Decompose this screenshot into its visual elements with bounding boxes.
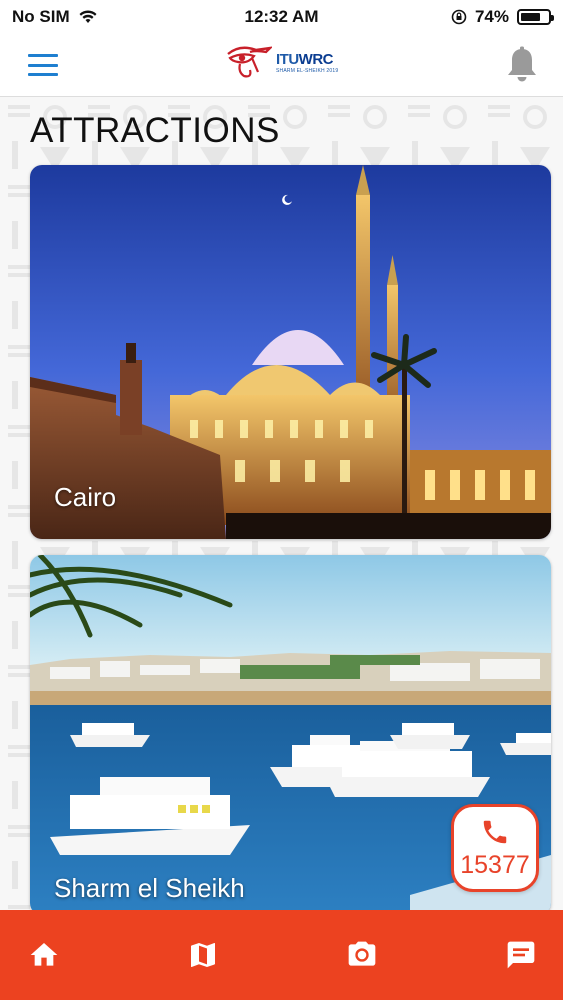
nav-messages[interactable]: [503, 937, 539, 973]
orientation-lock-icon: [451, 9, 467, 25]
eye-of-horus-logo: [227, 46, 272, 78]
bottom-nav: [0, 910, 563, 1000]
section-title: ATTRACTIONS: [30, 111, 280, 150]
map-icon: [191, 943, 215, 967]
status-right: 74%: [451, 7, 554, 27]
logo-subtitle: SHARM EL-SHEIKH 2019: [276, 68, 339, 74]
camera-icon: [348, 941, 376, 966]
logo-text: ITUWRC SHARM EL-SHEIKH 2019: [276, 52, 338, 74]
carrier-label: No SIM: [12, 7, 70, 26]
nav-home[interactable]: [26, 937, 62, 973]
attraction-card-cairo[interactable]: Cairo: [30, 165, 551, 539]
app-header: ITUWRC SHARM EL-SHEIKH 2019: [0, 34, 563, 97]
logo-title: ITUWRC: [276, 51, 334, 68]
attraction-name: Sharm el Sheikh: [54, 873, 245, 903]
emergency-call-button[interactable]: 15377: [451, 804, 539, 892]
call-number: 15377: [460, 850, 530, 879]
nav-camera[interactable]: [344, 937, 380, 973]
home-icon: [30, 943, 58, 966]
attractions-content[interactable]: ATTRACTIONS Cairo Sharm el Sheikh: [0, 97, 563, 910]
battery-percent: 74%: [474, 7, 509, 26]
battery-icon: [517, 9, 554, 25]
hamburger-menu-icon[interactable]: [28, 54, 58, 76]
wifi-icon: [79, 10, 97, 23]
nav-map[interactable]: [185, 937, 221, 973]
message-icon: [507, 941, 535, 969]
bell-icon[interactable]: [505, 46, 539, 84]
attraction-name: Cairo: [54, 482, 117, 512]
status-left: No SIM: [12, 7, 98, 27]
status-bar: No SIM 12:32 AM 74%: [0, 0, 563, 34]
battery-fill: [521, 13, 541, 21]
phone-icon: [483, 820, 507, 843]
app-logo: ITUWRC SHARM EL-SHEIKH 2019: [226, 42, 338, 84]
